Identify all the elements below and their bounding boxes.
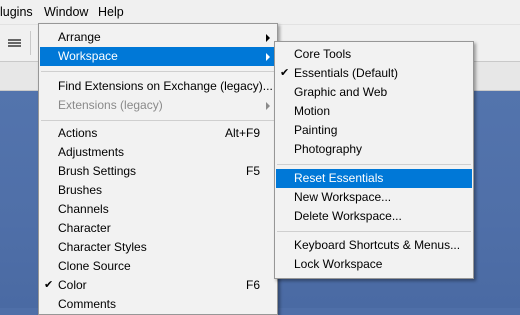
- menu-item-find-extensions[interactable]: Find Extensions on Exchange (legacy)...: [40, 77, 276, 96]
- menu-item-label: Actions: [58, 126, 98, 140]
- menubar-help[interactable]: Help: [94, 4, 128, 20]
- submenu-item-core-tools[interactable]: Core Tools: [276, 45, 472, 64]
- menu-item-label: Brush Settings: [58, 164, 137, 178]
- menu-item-label: Painting: [294, 123, 338, 137]
- menu-item-shortcut: F6: [245, 278, 260, 292]
- menu-item-label: Channels: [58, 202, 109, 216]
- menubar-plugins[interactable]: lugins: [0, 4, 37, 20]
- menu-item-character[interactable]: Character: [40, 219, 276, 238]
- menu-item-extensions-legacy: Extensions (legacy): [40, 96, 276, 115]
- menu-item-label: Clone Source: [58, 259, 131, 273]
- submenu-arrow-icon: [266, 53, 270, 61]
- submenu-arrow-icon: [266, 34, 270, 42]
- submenu-item-keyboard-shortcuts[interactable]: Keyboard Shortcuts & Menus...: [276, 236, 472, 255]
- submenu-item-essentials[interactable]: ✔ Essentials (Default): [276, 64, 472, 83]
- menu-item-arrange[interactable]: Arrange: [40, 28, 276, 47]
- menu-item-channels[interactable]: Channels: [40, 200, 276, 219]
- menu-item-label: Comments: [58, 297, 117, 311]
- window-menu: Arrange Workspace Find Extensions on Exc…: [38, 23, 278, 315]
- menu-item-label: Extensions (legacy): [58, 98, 163, 112]
- toolbar-divider: [30, 31, 31, 55]
- menu-item-label: Find Extensions on Exchange (legacy)...: [58, 79, 273, 93]
- submenu-item-delete-workspace[interactable]: Delete Workspace...: [276, 207, 472, 226]
- submenu-item-new-workspace[interactable]: New Workspace...: [276, 188, 472, 207]
- menu-item-comments[interactable]: Comments: [40, 295, 276, 314]
- menu-item-workspace[interactable]: Workspace: [40, 47, 276, 66]
- submenu-item-painting[interactable]: Painting: [276, 121, 472, 140]
- menu-item-label: Graphic and Web: [294, 85, 388, 99]
- menu-item-label: New Workspace...: [294, 190, 392, 204]
- menu-item-label: Adjustments: [58, 145, 125, 159]
- menu-item-character-styles[interactable]: Character Styles: [40, 238, 276, 257]
- submenu-item-lock-workspace[interactable]: Lock Workspace: [276, 255, 472, 274]
- menu-item-label: Character: [58, 221, 111, 235]
- menu-item-label: Workspace: [58, 49, 118, 63]
- menu-item-label: Essentials (Default): [294, 66, 399, 80]
- menu-item-brush-settings[interactable]: Brush Settings F5: [40, 162, 276, 181]
- submenu-item-motion[interactable]: Motion: [276, 102, 472, 121]
- submenu-arrow-icon: [266, 102, 270, 110]
- menu-item-label: Keyboard Shortcuts & Menus...: [294, 238, 461, 252]
- menu-item-clone-source[interactable]: Clone Source: [40, 257, 276, 276]
- menu-item-brushes[interactable]: Brushes: [40, 181, 276, 200]
- menubar-window[interactable]: Window: [40, 4, 92, 20]
- menu-item-actions[interactable]: Actions Alt+F9: [40, 124, 276, 143]
- menu-item-color[interactable]: ✔ Color F6: [40, 276, 276, 295]
- menu-item-label: Brushes: [58, 183, 103, 197]
- menu-item-label: Photography: [294, 142, 363, 156]
- workspace-submenu: Core Tools ✔ Essentials (Default) Graphi…: [274, 41, 474, 279]
- checkmark-icon: ✔: [280, 67, 290, 79]
- submenu-item-reset-essentials[interactable]: Reset Essentials: [276, 169, 472, 188]
- menu-separator: [277, 231, 471, 232]
- menu-item-label: Motion: [294, 104, 331, 118]
- menu-item-shortcut: F5: [245, 164, 260, 178]
- menu-item-label: Delete Workspace...: [294, 209, 402, 223]
- menu-separator: [41, 71, 275, 72]
- submenu-item-graphic-and-web[interactable]: Graphic and Web: [276, 83, 472, 102]
- menu-separator: [41, 120, 275, 121]
- checkmark-icon: ✔: [44, 279, 54, 291]
- menu-item-label: Character Styles: [58, 240, 147, 254]
- menu-separator: [277, 164, 471, 165]
- menu-item-label: Lock Workspace: [294, 257, 383, 271]
- menu-item-label: Arrange: [58, 30, 101, 44]
- submenu-item-photography[interactable]: Photography: [276, 140, 472, 159]
- menu-item-shortcut: Alt+F9: [224, 126, 260, 140]
- menu-item-label: Color: [58, 278, 87, 292]
- menu-item-label: Core Tools: [294, 47, 352, 61]
- menu-bar: lugins Window Help: [0, 0, 520, 25]
- menu-item-adjustments[interactable]: Adjustments: [40, 143, 276, 162]
- panel-menu-icon[interactable]: [8, 39, 21, 47]
- menu-item-label: Reset Essentials: [294, 171, 384, 185]
